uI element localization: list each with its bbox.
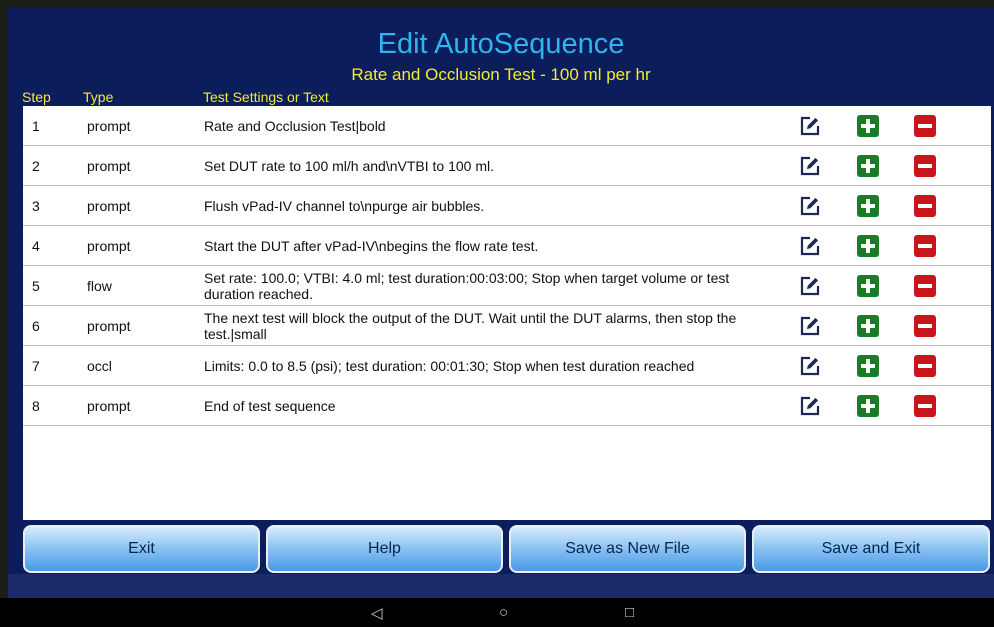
- table-row[interactable]: 5 flow Set rate: 100.0; VTBI: 4.0 ml; test…: [23, 266, 991, 306]
- sequence-name: Rate and Occlusion Test - 100 ml per hr: [351, 65, 651, 84]
- delete-icon[interactable]: [914, 155, 936, 177]
- edit-icon[interactable]: [799, 315, 821, 337]
- step-number: 5: [32, 277, 40, 294]
- step-settings: Set DUT rate to 100 ml/h and\nVTBI to 10…: [204, 157, 494, 174]
- delete-icon[interactable]: [914, 115, 936, 137]
- add-icon[interactable]: [857, 115, 879, 137]
- edit-icon[interactable]: [799, 355, 821, 377]
- android-nav-bar: ◁ ○ □: [0, 598, 994, 627]
- step-type: occl: [87, 357, 112, 374]
- help-button[interactable]: Help: [266, 525, 503, 573]
- add-icon[interactable]: [857, 195, 879, 217]
- table-row[interactable]: 7 occl Limits: 0.0 to 8.5 (psi); test dura…: [23, 346, 991, 386]
- edit-icon[interactable]: [799, 115, 821, 137]
- add-icon[interactable]: [857, 355, 879, 377]
- add-icon[interactable]: [857, 395, 879, 417]
- edit-icon[interactable]: [799, 195, 821, 217]
- step-number: 2: [32, 157, 40, 174]
- step-number: 1: [32, 117, 40, 134]
- app-screen: Edit AutoSequence Rate and Occlusion Tes…: [8, 8, 994, 598]
- add-icon[interactable]: [857, 155, 879, 177]
- add-icon[interactable]: [857, 275, 879, 297]
- save-as-new-file-button[interactable]: Save as New File: [509, 525, 746, 573]
- background-tab-strip: [8, 574, 994, 598]
- step-type: prompt: [87, 397, 131, 414]
- step-number: 4: [32, 237, 40, 254]
- step-type: prompt: [87, 197, 131, 214]
- step-settings: Flush vPad-IV channel to\npurge air bubb…: [204, 197, 485, 214]
- nav-back-icon[interactable]: ◁: [371, 604, 383, 622]
- edit-icon[interactable]: [799, 395, 821, 417]
- exit-button[interactable]: Exit: [23, 525, 260, 573]
- table-row[interactable]: 1 prompt Rate and Occlusion Test|bold: [23, 106, 991, 146]
- table-row[interactable]: 2 prompt Set DUT rate to 100 ml/h and\nVTB…: [23, 146, 991, 186]
- delete-icon[interactable]: [914, 235, 936, 257]
- delete-icon[interactable]: [914, 275, 936, 297]
- table-row[interactable]: 8 prompt End of test sequence: [23, 386, 991, 426]
- sequence-table[interactable]: 1 prompt Rate and Occlusion Test|bold 2 prom…: [23, 106, 991, 520]
- edit-icon[interactable]: [799, 275, 821, 297]
- delete-icon[interactable]: [914, 395, 936, 417]
- step-number: 3: [32, 197, 40, 214]
- table-row[interactable]: 3 prompt Flush vPad-IV channel to\npurge a…: [23, 186, 991, 226]
- edit-icon[interactable]: [799, 155, 821, 177]
- add-icon[interactable]: [857, 235, 879, 257]
- save-and-exit-button[interactable]: Save and Exit: [752, 525, 990, 573]
- delete-icon[interactable]: [914, 195, 936, 217]
- step-settings: Set rate: 100.0; VTBI: 4.0 ml; test dura…: [204, 269, 730, 302]
- step-type: prompt: [87, 317, 131, 334]
- edit-icon[interactable]: [799, 235, 821, 257]
- step-type: prompt: [87, 237, 131, 254]
- step-settings: The next test will block the output of t…: [204, 309, 737, 342]
- step-settings: Start the DUT after vPad-IV\nbegins the …: [204, 237, 539, 254]
- step-type: prompt: [87, 117, 131, 134]
- step-settings: Rate and Occlusion Test|bold: [204, 117, 386, 134]
- delete-icon[interactable]: [914, 355, 936, 377]
- page-title: Edit AutoSequence: [377, 28, 625, 60]
- step-number: 6: [32, 317, 40, 334]
- add-icon[interactable]: [857, 315, 879, 337]
- step-settings: Limits: 0.0 to 8.5 (psi); test duration:…: [204, 357, 695, 374]
- table-row[interactable]: 4 prompt Start the DUT after vPad-IV\nbegi…: [23, 226, 991, 266]
- step-number: 8: [32, 397, 40, 414]
- nav-recents-icon[interactable]: □: [625, 604, 634, 621]
- column-header-settings: Test Settings or Text: [203, 89, 329, 105]
- step-settings: End of test sequence: [204, 397, 336, 414]
- column-header-step: Step: [22, 89, 51, 105]
- step-type: flow: [87, 277, 112, 294]
- nav-home-icon[interactable]: ○: [499, 604, 508, 621]
- table-row[interactable]: 6 prompt The next test will block the outp…: [23, 306, 991, 346]
- step-type: prompt: [87, 157, 131, 174]
- column-header-type: Type: [83, 89, 114, 105]
- delete-icon[interactable]: [914, 315, 936, 337]
- step-number: 7: [32, 357, 40, 374]
